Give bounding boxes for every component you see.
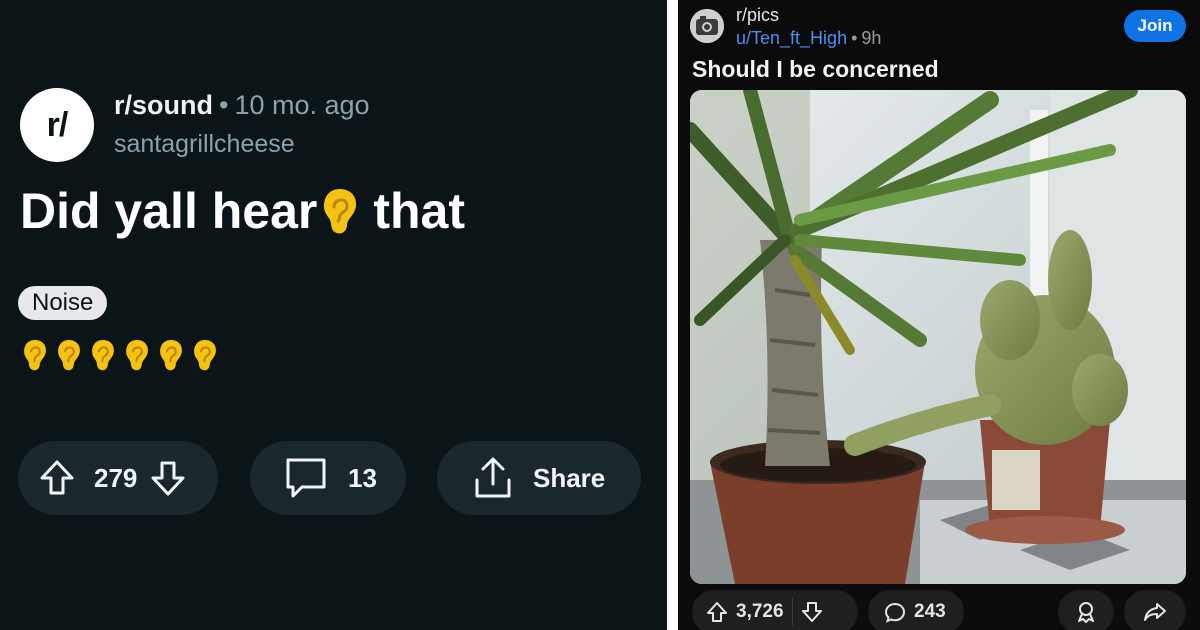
post-time: 9h xyxy=(861,28,882,48)
post-image[interactable] xyxy=(690,90,1186,584)
post-meta-line: r/sound • 10 mo. ago xyxy=(114,90,370,121)
author-link[interactable]: santagrillcheese xyxy=(114,130,295,159)
ear-emoji-icon xyxy=(58,340,80,371)
award-icon xyxy=(1078,602,1094,623)
post-title[interactable]: Did yall hear that xyxy=(20,182,465,240)
subreddit-avatar[interactable]: r/ xyxy=(20,88,94,162)
ear-emoji-icon xyxy=(160,340,182,371)
post-flair[interactable]: Noise xyxy=(18,286,108,320)
share-arrow-icon xyxy=(1144,603,1166,621)
ear-emoji-icon xyxy=(24,340,46,371)
share-icon xyxy=(475,457,511,498)
comments-button[interactable]: 243 xyxy=(868,590,964,630)
downvote-icon[interactable] xyxy=(801,601,823,623)
ear-emoji-icon xyxy=(126,340,148,371)
ear-emoji-icon xyxy=(194,340,216,371)
post-title-end: that xyxy=(373,183,465,239)
right-post-card: r/pics u/Ten_ft_High • 9h Join Should I be… xyxy=(678,0,1200,630)
share-label: Share xyxy=(533,462,606,493)
post-title-start: Did yall hear xyxy=(20,183,318,239)
ear-emoji-icon xyxy=(92,340,114,371)
vote-count: 279 xyxy=(94,462,138,493)
vote-bar: 3,726 xyxy=(692,590,858,630)
comment-count: 13 xyxy=(348,462,377,493)
post-time: 10 mo. ago xyxy=(234,90,370,120)
upvote-icon[interactable] xyxy=(38,458,76,498)
vote-divider xyxy=(791,598,793,626)
join-button[interactable]: Join xyxy=(1124,10,1186,42)
subreddit-link[interactable]: r/sound xyxy=(114,90,213,120)
meta-separator: • xyxy=(851,28,858,48)
vote-bar: 279 xyxy=(18,441,218,515)
post-meta-line: u/Ten_ft_High • 9h xyxy=(736,28,881,49)
award-button[interactable] xyxy=(1058,590,1114,630)
meta-separator: • xyxy=(219,90,229,120)
subreddit-link[interactable]: r/pics xyxy=(736,5,779,26)
ear-emoji-icon xyxy=(321,186,359,236)
post-title[interactable]: Should I be concerned xyxy=(692,56,939,83)
subreddit-avatar[interactable] xyxy=(690,9,724,43)
upvote-icon[interactable] xyxy=(706,601,728,623)
comment-icon xyxy=(286,458,326,498)
share-button[interactable] xyxy=(1124,590,1186,630)
comments-button[interactable]: 13 xyxy=(250,441,406,515)
ear-emoji-row xyxy=(22,338,218,372)
share-button[interactable]: Share xyxy=(437,441,641,515)
left-post-card: r/ r/sound • 10 mo. ago santagrillcheese D… xyxy=(0,0,667,630)
comment-icon xyxy=(884,602,906,623)
downvote-icon[interactable] xyxy=(149,458,187,498)
vote-count: 3,726 xyxy=(736,601,784,622)
author-link[interactable]: u/Ten_ft_High xyxy=(736,28,847,48)
comment-count: 243 xyxy=(914,601,946,622)
